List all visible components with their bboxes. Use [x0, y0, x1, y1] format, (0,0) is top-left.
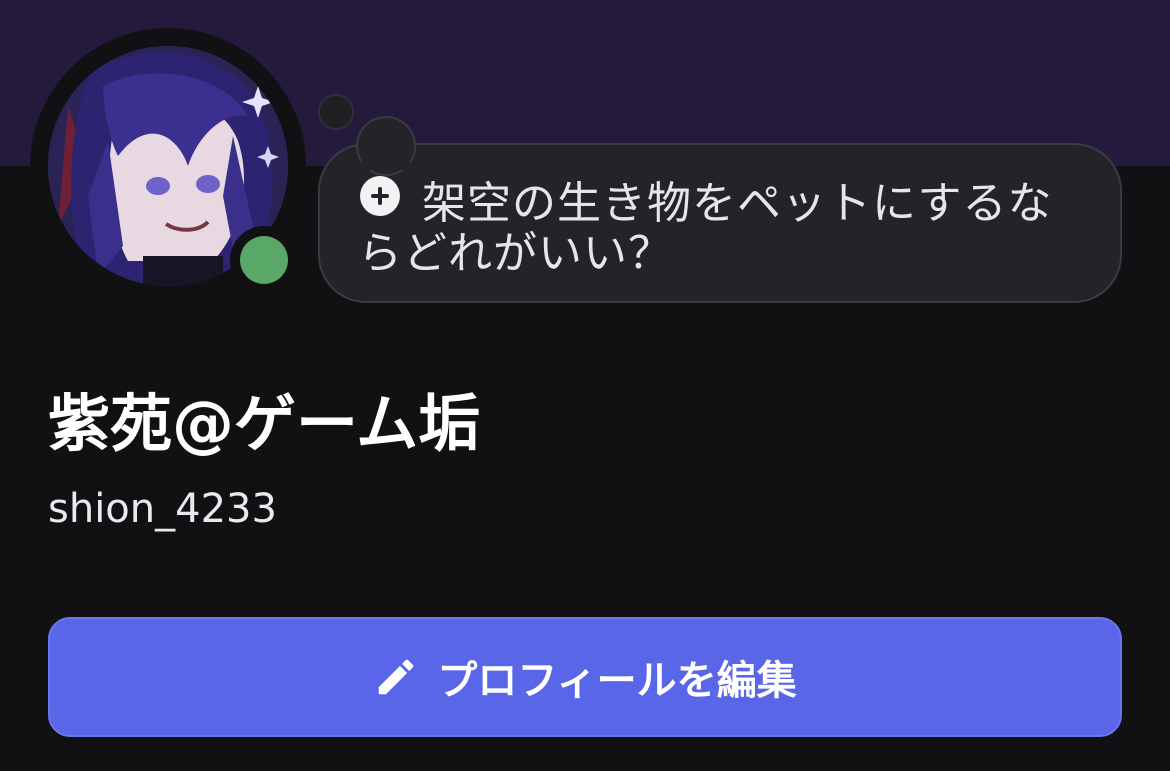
pencil-icon: [379, 659, 414, 695]
online-status-indicator: [240, 236, 288, 284]
thought-bubble-dot-small: [318, 94, 354, 130]
thought-bubble-text: 架空の生き物をペットにするならどれがいい？: [358, 178, 1053, 279]
thought-bubble-joint: [362, 146, 410, 170]
username: shion_4233: [48, 486, 277, 532]
plus-icon[interactable]: [360, 176, 400, 216]
display-name: 紫苑@ゲーム垢: [48, 387, 481, 460]
thought-bubble-content[interactable]: 架空の生き物をペットにするならどれがいい？: [358, 176, 1078, 279]
profile-screen: 架空の生き物をペットにするならどれがいい？ 紫苑@ゲーム垢 shion_4233…: [0, 0, 1170, 771]
edit-profile-label: プロフィールを編集: [437, 658, 797, 704]
edit-profile-button[interactable]: プロフィールを編集: [48, 617, 1122, 737]
